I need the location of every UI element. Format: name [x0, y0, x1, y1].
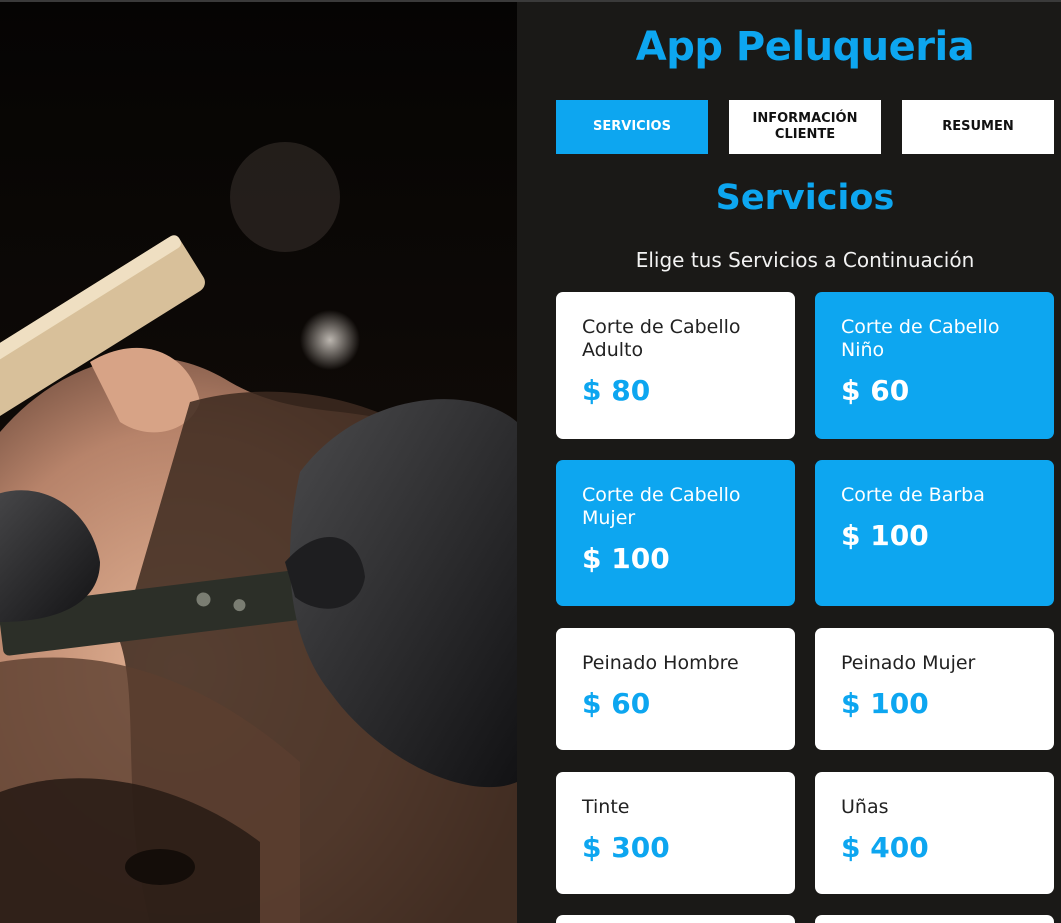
service-card[interactable]: Peinado Hombre $ 60	[556, 628, 795, 750]
tab-bar: SERVICIOS INFORMACIÓN CLIENTE RESUMEN	[556, 100, 1055, 154]
service-price: $ 100	[841, 687, 929, 720]
service-name: Tinte	[582, 796, 630, 818]
tab-resumen[interactable]: RESUMEN	[902, 100, 1054, 154]
app-panel: App Peluqueria SERVICIOS INFORMACIÓN CLI…	[517, 2, 1061, 923]
tab-informacion-cliente[interactable]: INFORMACIÓN CLIENTE	[729, 100, 881, 154]
service-price: $ 100	[582, 542, 670, 575]
service-card-partial[interactable]	[815, 915, 1054, 923]
tab-servicios[interactable]: SERVICIOS	[556, 100, 708, 154]
service-card[interactable]: Uñas $ 400	[815, 772, 1054, 894]
barber-hero-image	[0, 2, 517, 923]
service-card[interactable]: Corte de Cabello Niño $ 60	[815, 292, 1054, 439]
service-card-partial[interactable]	[556, 915, 795, 923]
service-card[interactable]: Peinado Mujer $ 100	[815, 628, 1054, 750]
service-card[interactable]: Corte de Cabello Adulto $ 80	[556, 292, 795, 439]
service-card[interactable]: Corte de Cabello Mujer $ 100	[556, 460, 795, 606]
section-title: Servicios	[715, 178, 895, 218]
service-price: $ 60	[582, 687, 651, 720]
service-name: Peinado Mujer	[841, 652, 976, 674]
service-name: Corte de Barba	[841, 484, 985, 506]
service-name: Corte de Cabello Niño	[841, 316, 1000, 361]
section-subtitle: Elige tus Servicios a Continuación	[635, 248, 975, 272]
service-price: $ 60	[841, 374, 910, 407]
service-name: Corte de Cabello Adulto	[582, 316, 741, 361]
service-price: $ 400	[841, 831, 929, 864]
service-card[interactable]: Tinte $ 300	[556, 772, 795, 894]
service-card[interactable]: Corte de Barba $ 100	[815, 460, 1054, 606]
service-price: $ 80	[582, 374, 651, 407]
service-name: Peinado Hombre	[582, 652, 739, 674]
app-title: App Peluqueria	[635, 24, 975, 70]
service-name: Uñas	[841, 796, 889, 818]
service-name: Corte de Cabello Mujer	[582, 484, 741, 529]
service-price: $ 300	[582, 831, 670, 864]
service-price: $ 100	[841, 519, 929, 552]
